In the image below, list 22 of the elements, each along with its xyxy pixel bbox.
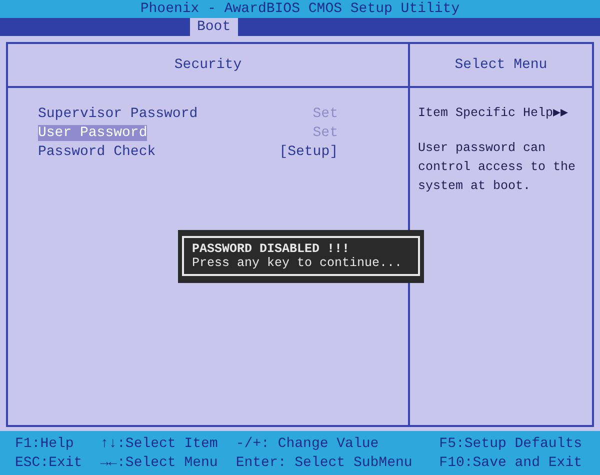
key-hint: ESC:Exit — [15, 454, 82, 473]
setting-label[interactable]: User Password — [38, 124, 148, 140]
setting-label[interactable]: Supervisor Password — [38, 106, 198, 122]
key-hint: F5:Setup Defaults — [439, 435, 582, 454]
setting-value: Set — [312, 106, 338, 122]
key-hint: →←:Select Menu — [100, 454, 218, 473]
help-title: Item Specific Help▶▶ — [418, 105, 570, 120]
dialog-title: PASSWORD DISABLED !!! — [192, 242, 351, 256]
window-title: Phoenix - AwardBIOS CMOS Setup Utility — [140, 1, 460, 17]
key-hint: F10:Save and Exit — [439, 454, 582, 473]
help-text: User password can control access to the system at boot. — [418, 140, 577, 195]
setting-value[interactable]: [Setup] — [279, 144, 338, 160]
setting-label[interactable]: Password Check — [38, 144, 156, 160]
key-hint: F1:Help — [15, 435, 75, 454]
dialog-message: Press any key to continue... — [192, 256, 404, 270]
key-hint: ↑↓:Select Item — [100, 435, 218, 454]
setting-value: Set — [312, 124, 338, 140]
key-hint: -/+: Change Value — [236, 435, 380, 454]
menu-tab[interactable]: Boot — [190, 18, 238, 36]
panel-heading: Security — [174, 57, 242, 73]
panel-heading: Select Menu — [454, 57, 548, 73]
key-hint: Enter: Select SubMenu — [236, 454, 414, 473]
